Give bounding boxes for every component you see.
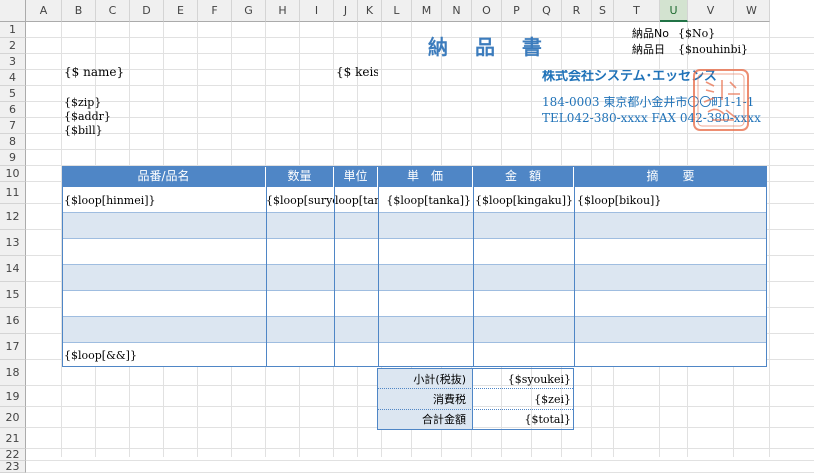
delivery-no-label: 納品No [632, 27, 669, 40]
table-col-divider [473, 187, 474, 367]
column-header-l[interactable]: L [382, 0, 412, 22]
column-header-j[interactable]: J [334, 0, 358, 22]
row-header-20[interactable]: 20 [0, 407, 26, 428]
company-name: 株式会社システム･エッセンス [542, 70, 717, 83]
row-header-2[interactable]: 2 [0, 38, 26, 54]
gridline-horizontal [26, 460, 814, 461]
gridline-horizontal [26, 149, 814, 150]
customer-addr[interactable]: {$addr} [64, 110, 111, 123]
delivery-no-value[interactable]: {$No} [678, 27, 715, 40]
column-header-g[interactable]: G [232, 0, 266, 22]
row-header-22[interactable]: 22 [0, 449, 26, 461]
column-header-i[interactable]: I [300, 0, 334, 22]
row-header-1[interactable]: 1 [0, 22, 26, 38]
summary-divider [378, 409, 573, 410]
row-header-15[interactable]: 15 [0, 282, 26, 308]
row-header-18[interactable]: 18 [0, 360, 26, 386]
total-label: 合計金額 [378, 409, 472, 429]
gridline-horizontal [26, 448, 814, 449]
customer-name[interactable]: {$ name} [64, 66, 124, 79]
cell-tanka[interactable]: {$loop[tanka]} [378, 194, 471, 207]
customer-keisyo[interactable]: {$ keisy [336, 66, 378, 79]
select-all-corner[interactable] [0, 0, 26, 22]
table-col-divider [378, 187, 379, 367]
delivery-date-label: 納品日 [632, 43, 665, 56]
row-header-10[interactable]: 10 [0, 166, 26, 182]
row-header-19[interactable]: 19 [0, 386, 26, 407]
row-header-17[interactable]: 17 [0, 334, 26, 360]
column-header-q[interactable]: Q [532, 0, 562, 22]
subtotal-value[interactable]: {$syoukei} [473, 369, 573, 389]
column-header-o[interactable]: O [472, 0, 502, 22]
tax-label: 消費税 [378, 389, 472, 409]
row-header-9[interactable]: 9 [0, 150, 26, 166]
summary-col-divider [472, 369, 473, 429]
row-header-4[interactable]: 4 [0, 70, 26, 86]
row-header-16[interactable]: 16 [0, 308, 26, 334]
gridline-horizontal [26, 133, 814, 134]
cell-loop-end[interactable]: {$loop[&&]} [64, 349, 264, 362]
column-header-s[interactable]: S [592, 0, 614, 22]
subtotal-label: 小計(税抜) [378, 369, 472, 389]
summary-divider [378, 388, 573, 389]
row-header-5[interactable]: 5 [0, 86, 26, 102]
row-header-13[interactable]: 13 [0, 230, 26, 256]
column-header-f[interactable]: F [198, 0, 232, 22]
table-col-divider [334, 187, 335, 367]
tax-value[interactable]: {$zei} [473, 389, 573, 409]
customer-zip[interactable]: {$zip} [64, 96, 101, 109]
row-header-6[interactable]: 6 [0, 102, 26, 118]
cell-bikou[interactable]: {$loop[bikou]} [577, 194, 765, 207]
column-header-w[interactable]: W [734, 0, 770, 22]
column-header-v[interactable]: V [688, 0, 734, 22]
row-header-21[interactable]: 21 [0, 428, 26, 449]
column-header-h[interactable]: H [266, 0, 300, 22]
cell-hinmei[interactable]: {$loop[hinmei]} [64, 194, 264, 207]
row-header-7[interactable]: 7 [0, 118, 26, 134]
total-value[interactable]: {$total} [473, 409, 573, 429]
column-header-t[interactable]: T [614, 0, 660, 22]
customer-bill[interactable]: {$bill} [64, 124, 103, 137]
row-header-23[interactable]: 23 [0, 461, 26, 473]
table-col-divider [266, 187, 267, 367]
delivery-date-value[interactable]: {$nouhinbi} [678, 43, 748, 56]
column-header-e[interactable]: E [164, 0, 198, 22]
column-header-b[interactable]: B [62, 0, 96, 22]
row-header-11[interactable]: 11 [0, 182, 26, 204]
column-header-p[interactable]: P [502, 0, 532, 22]
gridline-vertical [769, 22, 770, 457]
row-header-3[interactable]: 3 [0, 54, 26, 70]
column-header-u[interactable]: U [660, 0, 688, 22]
row-header-14[interactable]: 14 [0, 256, 26, 282]
row-header-12[interactable]: 12 [0, 204, 26, 230]
document-title: 納 品 書 [428, 35, 552, 59]
column-header-n[interactable]: N [442, 0, 472, 22]
column-header-c[interactable]: C [96, 0, 130, 22]
column-header-r[interactable]: R [562, 0, 592, 22]
column-header-m[interactable]: M [412, 0, 442, 22]
cell-suryo[interactable]: {$loop[suryo]} [266, 194, 334, 207]
column-header-d[interactable]: D [130, 0, 164, 22]
cell-tani[interactable]: loop[tani [335, 194, 378, 207]
company-seal-stamp [693, 69, 749, 131]
row-header-8[interactable]: 8 [0, 134, 26, 150]
column-header-a[interactable]: A [26, 0, 62, 22]
table-col-divider [574, 187, 575, 367]
cell-kingaku[interactable]: {$loop[kingaku]} [473, 194, 573, 207]
column-header-k[interactable]: K [358, 0, 382, 22]
